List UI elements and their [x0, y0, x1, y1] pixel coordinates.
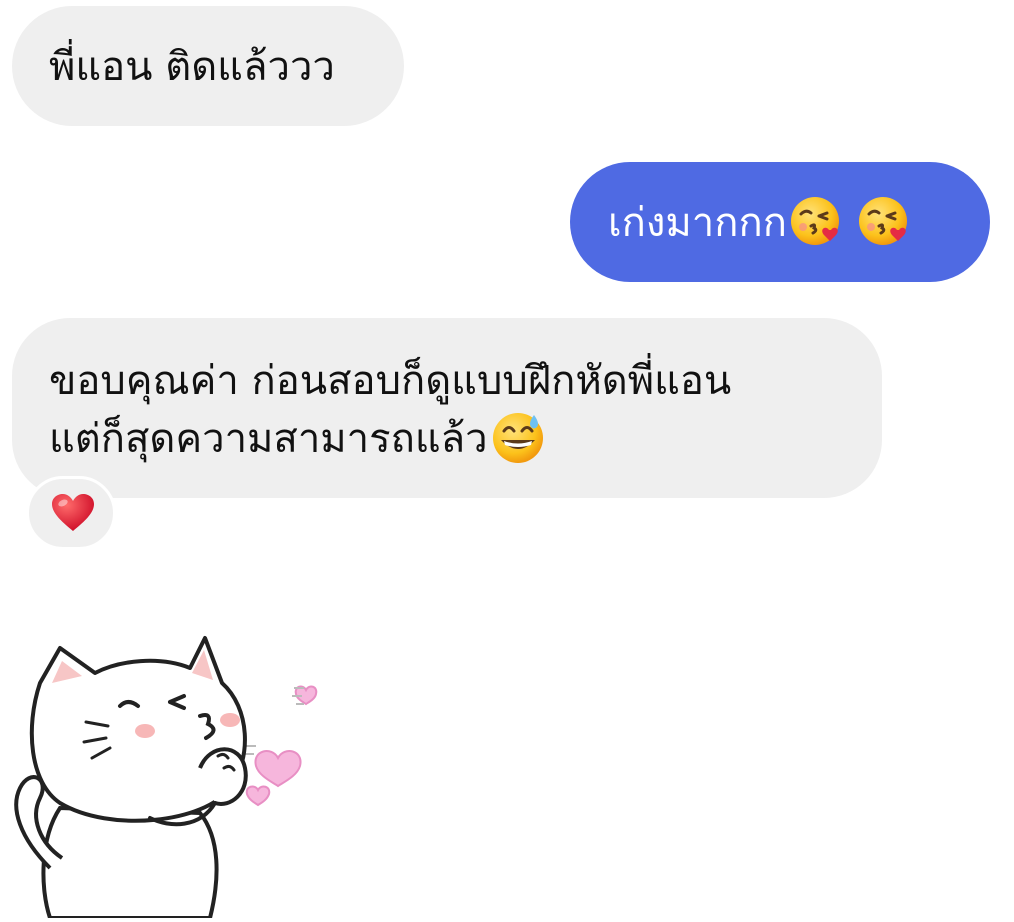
message-text: เก่งมากกก: [608, 200, 787, 246]
message-bubble-incoming[interactable]: ขอบคุณค่า ก่อนสอบก็ดูแบบฝึกหัดพี่แอน แต่…: [12, 318, 882, 498]
grinning-face-with-sweat-icon: [490, 409, 546, 465]
message-bubble-outgoing[interactable]: เก่งมากกก: [570, 162, 990, 282]
message-text: พี่แอน ติดแล้ววว: [49, 44, 335, 90]
message-bubble-incoming[interactable]: พี่แอน ติดแล้ววว: [12, 6, 404, 126]
message-text-line: แต่ก็สุดความสามารถแล้ว: [49, 416, 488, 462]
message-text-line: ขอบคุณค่า ก่อนสอบก็ดูแบบฝึกหัดพี่แอน: [49, 358, 732, 404]
red-heart-icon: [52, 494, 94, 531]
kissing-face-with-heart-icon: [789, 194, 843, 248]
kissing-face-with-heart-icon: [857, 194, 911, 248]
message-reaction[interactable]: [26, 476, 116, 550]
white-cat-blowing-kiss-sticker[interactable]: [0, 628, 320, 920]
